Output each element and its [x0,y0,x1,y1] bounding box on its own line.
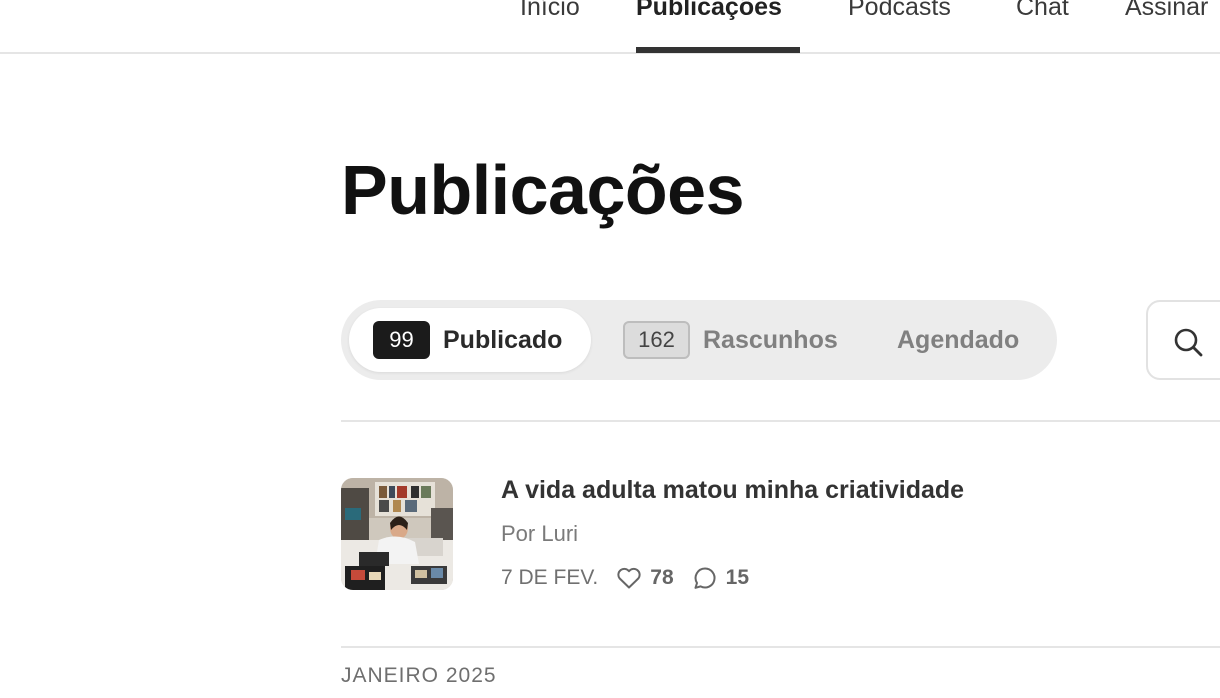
nav-item-podcasts[interactable]: Podcasts [848,0,951,22]
nav-item-publicacoes[interactable]: Publicações [636,0,782,22]
tab-drafts[interactable]: 162 Rascunhos [623,308,838,372]
tab-published-label: Publicado [443,325,563,354]
nav-item-assinar[interactable]: Assinar [1125,0,1208,22]
likes-count: 78 [650,566,674,589]
drafts-count-badge: 162 [623,321,690,359]
heart-icon [617,567,641,589]
post-meta: 7 DE FEV. 78 15 [501,562,749,594]
tab-scheduled[interactable]: Agendado [897,308,1019,372]
comment-icon [694,567,716,589]
top-navigation: Início Publicações Podcasts Chat Assinar [0,0,1220,54]
post-thumbnail-image [341,478,453,590]
divider [341,646,1220,648]
post-status-filter: 99 Publicado 162 Rascunhos Agendado [341,300,1057,380]
month-section-label: JANEIRO 2025 [341,664,497,687]
post-date: 7 DE FEV. [501,566,599,589]
published-count-badge: 99 [373,321,430,359]
post-title[interactable]: A vida adulta matou minha criatividade [501,476,964,505]
tab-scheduled-label: Agendado [897,325,1020,354]
active-tab-indicator [636,47,800,53]
comments-count: 15 [725,566,749,589]
comments-button[interactable]: 15 [692,565,749,591]
post-author: Por Luri [501,521,579,546]
divider [341,420,1220,422]
search-button[interactable] [1146,300,1220,380]
post-thumbnail[interactable] [341,478,453,590]
search-icon [1174,328,1203,357]
nav-item-chat[interactable]: Chat [1016,0,1069,22]
likes-button[interactable]: 78 [616,566,674,590]
tab-drafts-label: Rascunhos [703,325,838,354]
page-title: Publicações [341,151,745,229]
nav-item-inicio[interactable]: Início [520,0,580,22]
tab-published[interactable]: 99 Publicado [349,308,591,372]
